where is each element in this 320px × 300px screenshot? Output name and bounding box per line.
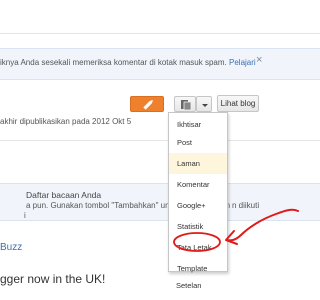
highlight-circle <box>173 232 221 252</box>
arrow-head-icon <box>225 230 238 245</box>
annotation-arrow-line <box>226 208 299 242</box>
annotation-overlay <box>173 208 299 252</box>
